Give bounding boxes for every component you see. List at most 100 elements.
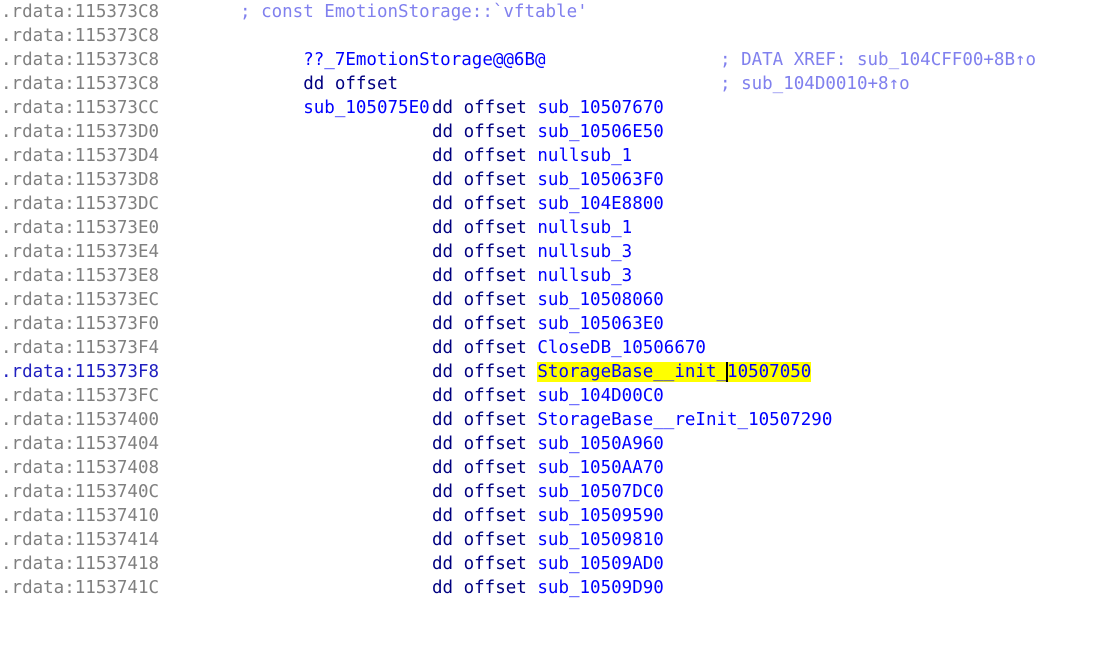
listing-line[interactable]: .rdata:115373C8 ??_7EmotionStorage@@6B@ … — [0, 24, 546, 118]
address-label: .rdata:11537418 — [1, 554, 160, 574]
offset-target[interactable]: nullsub_1 — [537, 146, 632, 166]
listing-line[interactable]: .rdata:11537404 dd offset sub_1050A960 — [0, 432, 664, 456]
offset-target[interactable]: sub_1050A960 — [537, 434, 663, 454]
listing-line[interactable]: .rdata:115373F0 dd offset sub_105063E0 — [0, 312, 664, 336]
listing-line[interactable]: .rdata:11537418 dd offset sub_10509AD0 — [0, 552, 664, 576]
listing-line[interactable]: .rdata:115373E0 dd offset nullsub_1 — [0, 216, 632, 240]
data-xref-comment[interactable]: ; sub_104D0010+8↑o — [720, 72, 910, 96]
dd-offset-directive: dd offset — [432, 506, 527, 526]
offset-target[interactable]: sub_10507670 — [537, 98, 663, 118]
address-label: .rdata:115373D0 — [1, 122, 160, 142]
address-label: .rdata:115373CC — [1, 98, 160, 118]
listing-line[interactable]: .rdata:1153741C dd offset sub_10509D90 — [0, 576, 664, 600]
address-label: .rdata:115373C8 — [1, 74, 160, 94]
offset-target[interactable]: sub_10508060 — [537, 290, 663, 310]
offset-target[interactable]: sub_10507DC0 — [537, 482, 663, 502]
listing-line[interactable]: .rdata:115373E8 dd offset nullsub_3 — [0, 264, 632, 288]
dd-offset-directive: dd offset — [432, 170, 527, 190]
address-label: .rdata:115373C8 — [1, 2, 160, 22]
vftable-comment: ; const EmotionStorage::`vftable' — [240, 2, 588, 22]
address-label: .rdata:1153740C — [1, 482, 160, 502]
dd-offset-directive: dd offset — [432, 314, 527, 334]
address-label: .rdata:115373E4 — [1, 242, 160, 262]
offset-target[interactable]: sub_104E8800 — [537, 194, 663, 214]
listing-line[interactable]: .rdata:11537408 dd offset sub_1050AA70 — [0, 456, 664, 480]
listing-line[interactable]: .rdata:115373E4 dd offset nullsub_3 — [0, 240, 632, 264]
dd-offset-directive: dd offset — [432, 362, 527, 382]
highlighted-offset-target[interactable]: StorageBase__init_10507050 — [537, 362, 812, 382]
dd-offset-directive: dd offset — [432, 410, 527, 430]
listing-line[interactable]: .rdata:115373FC dd offset sub_104D00C0 — [0, 384, 664, 408]
xref-target[interactable]: sub_105075E0 — [303, 98, 429, 118]
offset-target[interactable]: sub_10509D90 — [537, 578, 663, 598]
listing-line[interactable]: .rdata:115373EC dd offset sub_10508060 — [0, 288, 664, 312]
dd-offset-directive: dd offset — [432, 434, 527, 454]
listing-line[interactable]: .rdata:115373F4 dd offset CloseDB_105066… — [0, 336, 706, 360]
address-label: .rdata:115373C8 — [1, 26, 160, 46]
address-label: .rdata:1153741C — [1, 578, 160, 598]
offset-target[interactable]: sub_10506E50 — [537, 122, 663, 142]
vftable-label[interactable]: ??_7EmotionStorage@@6B@ — [303, 50, 545, 70]
listing-line[interactable]: .rdata:11537414 dd offset sub_10509810 — [0, 528, 664, 552]
target-text-before-cursor: StorageBase__init_ — [537, 362, 728, 382]
dd-offset-directive: dd offset — [432, 578, 527, 598]
data-xref-comment[interactable]: ; DATA XREF: sub_104CFF00+8B↑o — [720, 48, 1036, 72]
address-label: .rdata:115373EC — [1, 290, 160, 310]
listing-line[interactable]: .rdata:115373D0 dd offset sub_10506E50 — [0, 120, 664, 144]
address-label: .rdata:115373E8 — [1, 266, 160, 286]
dd-offset-directive: dd offset — [432, 290, 527, 310]
dd-offset-directive: dd offset — [432, 194, 527, 214]
offset-target[interactable]: CloseDB_10506670 — [537, 338, 706, 358]
offset-target[interactable]: nullsub_3 — [537, 242, 632, 262]
offset-target[interactable]: sub_10509590 — [537, 506, 663, 526]
listing-line[interactable]: .rdata:1153740C dd offset sub_10507DC0 — [0, 480, 664, 504]
offset-target[interactable]: nullsub_1 — [537, 218, 632, 238]
offset-target[interactable]: sub_104D00C0 — [537, 386, 663, 406]
offset-target[interactable]: sub_105063E0 — [537, 314, 663, 334]
offset-target[interactable]: sub_1050AA70 — [537, 458, 663, 478]
dd-offset-directive: dd offset — [303, 74, 399, 94]
offset-target[interactable]: sub_10509AD0 — [537, 554, 663, 574]
address-label: .rdata:115373C8 — [1, 50, 160, 70]
address-label: .rdata:115373FC — [1, 386, 160, 406]
dd-offset-directive: dd offset — [432, 122, 527, 142]
offset-target[interactable]: StorageBase__reInit_10507290 — [537, 410, 832, 430]
listing-line[interactable]: .rdata:115373C8 ; const EmotionStorage::… — [0, 0, 588, 24]
address-label: .rdata:11537400 — [1, 410, 160, 430]
offset-target[interactable]: sub_105063F0 — [537, 170, 663, 190]
listing-line-current[interactable]: .rdata:115373F8 dd offset StorageBase__i… — [0, 360, 812, 384]
address-label: .rdata:115373D4 — [1, 146, 160, 166]
address-label: .rdata:11537410 — [1, 506, 160, 526]
dd-offset-directive: dd offset — [432, 482, 527, 502]
listing-line[interactable]: .rdata:115373D8 dd offset sub_105063F0 — [0, 168, 664, 192]
address-label: .rdata:11537414 — [1, 530, 160, 550]
offset-target[interactable]: sub_10509810 — [537, 530, 663, 550]
dd-offset-directive: dd offset — [432, 218, 527, 238]
listing-line[interactable]: .rdata:115373C8 ; DATA XREF: sub_104CFF0… — [0, 48, 1036, 72]
dd-offset-directive: dd offset — [432, 266, 527, 286]
disassembly-listing[interactable]: .rdata:115373C8 ; const EmotionStorage::… — [0, 0, 1097, 599]
listing-line[interactable]: .rdata:115373D4 dd offset nullsub_1 — [0, 144, 632, 168]
listing-line[interactable]: .rdata:115373CC dd offset sub_10507670 — [0, 96, 664, 120]
dd-offset-directive: dd offset — [432, 386, 527, 406]
address-label-current: .rdata:115373F8 — [1, 362, 160, 382]
listing-line[interactable]: .rdata:115373DC dd offset sub_104E8800 — [0, 192, 664, 216]
dd-offset-directive: dd offset — [432, 242, 527, 262]
dd-offset-directive: dd offset — [432, 98, 527, 118]
dd-offset-directive: dd offset — [432, 338, 527, 358]
offset-target[interactable]: nullsub_3 — [537, 266, 632, 286]
address-label: .rdata:115373E0 — [1, 218, 160, 238]
address-label: .rdata:11537404 — [1, 434, 160, 454]
dd-offset-directive: dd offset — [432, 554, 527, 574]
listing-line[interactable]: .rdata:11537400 dd offset StorageBase__r… — [0, 408, 832, 432]
listing-line[interactable]: .rdata:11537410 dd offset sub_10509590 — [0, 504, 664, 528]
target-text-after-cursor: 10507050 — [727, 362, 812, 382]
address-label: .rdata:115373DC — [1, 194, 160, 214]
address-label: .rdata:115373D8 — [1, 170, 160, 190]
dd-offset-directive: dd offset — [432, 458, 527, 478]
address-label: .rdata:115373F0 — [1, 314, 160, 334]
address-label: .rdata:11537408 — [1, 458, 160, 478]
listing-line[interactable]: .rdata:115373C8 ; sub_104D0010+8↑o — [0, 72, 910, 96]
address-label: .rdata:115373F4 — [1, 338, 160, 358]
dd-offset-directive: dd offset — [432, 146, 527, 166]
